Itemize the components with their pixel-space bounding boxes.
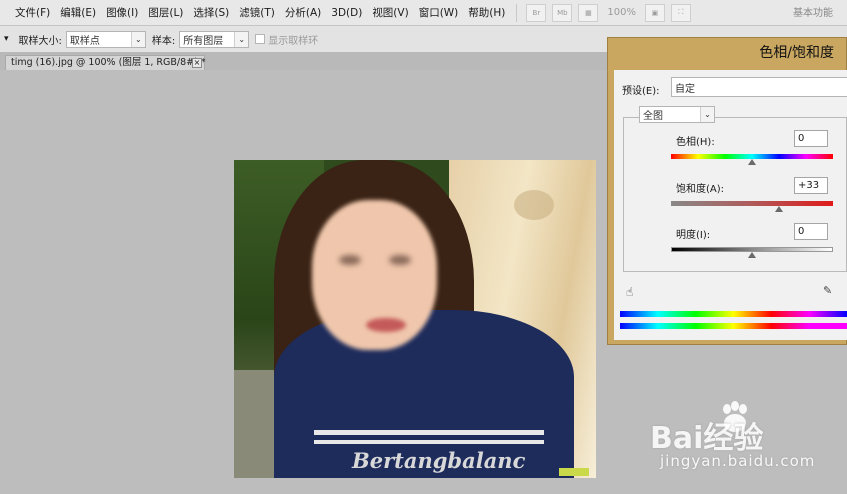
sample-size-select[interactable]: 取样点 ⌄ — [65, 30, 146, 48]
input-color-bar — [620, 311, 847, 317]
targeted-adjustment-icon[interactable]: ☝ — [626, 285, 633, 299]
view-extras-button[interactable]: ▦ — [578, 3, 599, 22]
preset-select[interactable]: 自定 — [671, 77, 847, 97]
arrange-button[interactable]: ▣ — [644, 3, 665, 22]
document-tab-title: timg (16).jpg @ 100% (图层 1, RGB/8#) * — [11, 57, 206, 68]
image-tag — [559, 468, 589, 476]
show-ring-checkbox[interactable] — [255, 34, 266, 44]
grid-icon: ▦ — [585, 8, 592, 17]
saturation-slider-track[interactable] — [671, 201, 833, 206]
saturation-input[interactable]: +33 — [794, 177, 828, 194]
watermark-brand: Bai经验 — [650, 421, 764, 456]
document-tab[interactable]: timg (16).jpg @ 100% (图层 1, RGB/8#) * × — [5, 55, 206, 70]
image-eye-right — [389, 255, 411, 265]
menu-item[interactable]: 滤镜(T) — [234, 0, 280, 26]
hue-label: 色相(H): — [676, 137, 715, 148]
sample-select[interactable]: 所有图层 ⌄ — [179, 30, 250, 48]
sample-label: 样本: — [151, 35, 176, 47]
image-mouth — [366, 318, 406, 332]
image-eye-left — [339, 255, 361, 265]
arrange-icon: ▣ — [651, 8, 659, 17]
image-shirt-stripe — [314, 430, 544, 435]
bridge-button[interactable]: Br — [526, 3, 547, 22]
zoom-level[interactable]: 100% — [607, 7, 636, 18]
menu-item[interactable]: 帮助(H) — [463, 0, 510, 26]
output-color-bar — [620, 323, 847, 329]
sample-size-label: 取样大小: — [18, 35, 62, 47]
menu-item[interactable]: 编辑(E) — [55, 0, 101, 26]
screen-mode-button[interactable]: ⛶ — [670, 3, 691, 22]
close-icon[interactable]: × — [192, 58, 202, 68]
lightness-input[interactable]: 0 — [794, 223, 828, 240]
eyedropper-icon[interactable]: ✎ — [823, 284, 832, 297]
chevron-down-icon: ⌄ — [700, 107, 714, 122]
screen-mode-icon: ⛶ — [678, 8, 684, 16]
channel-select[interactable]: 全图 ⌄ — [639, 106, 715, 123]
hue-input[interactable]: 0 — [794, 130, 828, 147]
preset-label: 预设(E): — [622, 86, 660, 97]
lightness-label: 明度(I): — [676, 230, 711, 241]
menu-item[interactable]: 3D(D) — [326, 0, 367, 26]
menu-bar: 文件(F) 编辑(E) 图像(I) 图层(L) 选择(S) 滤镜(T) 分析(A) 3D(D)… — [0, 0, 847, 26]
menu-list: 文件(F) 编辑(E) 图像(I) 图层(L) 选择(S) 滤镜(T) 分析(A) 3D(D)… — [0, 0, 510, 26]
chevron-down-icon: ⌄ — [234, 31, 249, 47]
preset-value: 自定 — [675, 83, 695, 95]
chevron-down-icon: ⌄ — [130, 31, 145, 47]
tool-preset-icon[interactable]: ▾ — [4, 34, 9, 44]
image-shirt-stripe — [314, 440, 544, 444]
menu-separator — [516, 3, 518, 22]
menu-item[interactable]: 分析(A) — [280, 0, 326, 26]
show-ring-label: 显示取样环 — [268, 35, 319, 47]
menu-item[interactable]: 视图(V) — [367, 0, 413, 26]
menu-item[interactable]: 图像(I) — [101, 0, 143, 26]
image-rock-detail — [514, 190, 554, 220]
hue-slider-thumb[interactable] — [748, 159, 756, 165]
document-image[interactable]: Bertangbalanc — [234, 160, 596, 478]
menu-item[interactable]: 选择(S) — [188, 0, 234, 26]
sample-value: 所有图层 — [183, 35, 224, 47]
minibridge-button[interactable]: Mb — [552, 3, 573, 22]
sample-size-value: 取样点 — [69, 35, 100, 47]
workspace-switcher[interactable]: 基本功能 — [793, 4, 833, 19]
channel-value: 全图 — [643, 111, 663, 122]
menu-item[interactable]: 图层(L) — [143, 0, 188, 26]
saturation-slider-thumb[interactable] — [774, 206, 783, 212]
dialog-title: 色相/饱和度 — [759, 45, 834, 61]
image-shirt-text: Bertangbalanc — [352, 448, 526, 473]
saturation-label: 饱和度(A): — [676, 184, 725, 195]
lightness-slider-thumb[interactable] — [748, 252, 756, 258]
watermark-url: jingyan.baidu.com — [660, 452, 816, 470]
menu-item[interactable]: 窗口(W) — [414, 0, 464, 26]
menu-item[interactable]: 文件(F) — [10, 0, 55, 26]
